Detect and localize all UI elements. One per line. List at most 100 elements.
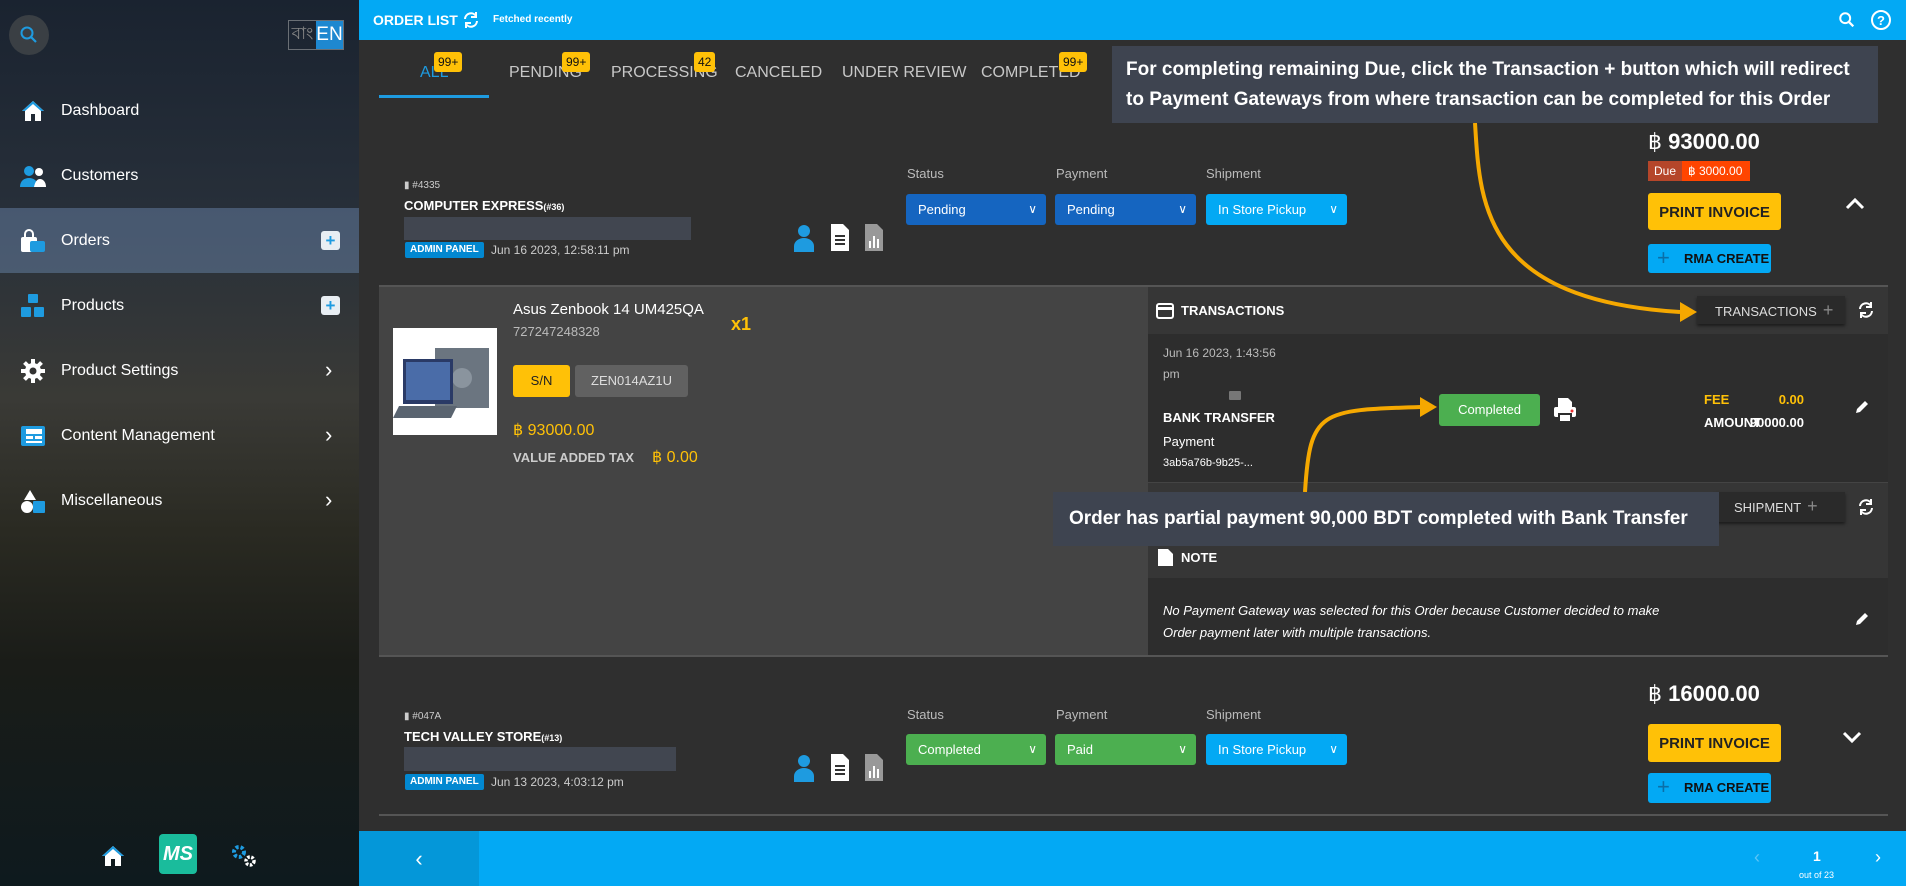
previous-page-button[interactable]: ‹ [359, 831, 479, 886]
order-total-value: 93000.00 [1668, 129, 1760, 154]
report-chart-icon[interactable] [865, 224, 883, 251]
chevron-down-icon[interactable] [1842, 731, 1862, 745]
tab-label: CANCELED [735, 64, 823, 81]
sidebar-item-content-management[interactable]: Content Management › [0, 403, 359, 468]
serial-number-value: ZEN014AZ1U [575, 365, 688, 397]
total-pages: out of 23 [1799, 870, 1835, 880]
tab-count-badge: 42 [694, 52, 716, 72]
order-id-text: #4335 [412, 180, 441, 191]
transaction-status-badge: Completed [1439, 394, 1540, 426]
add-product-button[interactable]: + [321, 296, 340, 315]
bank-icon [1229, 391, 1241, 400]
chevron-down-icon: ∨ [1028, 742, 1037, 756]
taka-sign-icon: ฿ [1648, 681, 1662, 706]
rma-create-button[interactable]: + RMA CREATE [1648, 773, 1771, 803]
chevron-down-icon: ∨ [1329, 742, 1338, 756]
price-value: 93000.00 [527, 422, 595, 439]
invoice-document-icon[interactable] [831, 224, 849, 251]
plus-icon: + [1822, 300, 1834, 320]
language-toggle[interactable]: বাং EN [288, 20, 344, 50]
select-value: In Store Pickup [1218, 202, 1307, 217]
shipment-select[interactable]: In Store Pickup ∨ [1206, 734, 1347, 765]
plus-icon: + [1657, 774, 1670, 799]
redacted-address [404, 747, 676, 771]
print-invoice-button[interactable]: PRINT INVOICE [1648, 193, 1781, 230]
plus-icon: + [1807, 496, 1818, 516]
sidebar-item-customers[interactable]: Customers [0, 143, 359, 208]
serial-number-button[interactable]: S/N [513, 365, 570, 397]
svg-text:?: ? [1877, 13, 1885, 28]
tab-under-review[interactable]: UNDER REVIEW [842, 64, 966, 82]
rma-create-button[interactable]: + RMA CREATE [1648, 244, 1771, 273]
status-select[interactable]: Pending ∨ [906, 194, 1046, 225]
product-sku: 727247248328 [513, 324, 600, 339]
source-badge: ADMIN PANEL [405, 774, 484, 790]
edit-pencil-icon[interactable] [1854, 611, 1870, 627]
sidebar-item-label: Products [61, 296, 125, 314]
lang-bangla[interactable]: বাং [289, 21, 316, 49]
product-name[interactable]: Asus Zenbook 14 UM425QA [513, 301, 704, 318]
ms-logo[interactable]: MS [159, 834, 197, 874]
sidebar-item-label: Miscellaneous [61, 491, 163, 509]
order-id-text: #047A [412, 711, 442, 722]
order-total: ฿ 16000.00 [1648, 681, 1760, 707]
divider [379, 814, 1888, 816]
payment-method: BANK TRANSFER [1163, 410, 1275, 425]
vat-value: 0.00 [666, 449, 698, 466]
payment-select[interactable]: Paid ∨ [1055, 734, 1196, 765]
sidebar-item-label: Orders [61, 231, 110, 249]
sidebar-item-product-settings[interactable]: Product Settings › [0, 338, 359, 403]
refresh-icon[interactable] [461, 10, 481, 30]
tab-canceled[interactable]: CANCELED [735, 64, 822, 82]
button-label: TRANSACTIONS [1715, 304, 1817, 319]
transaction-reference[interactable]: 3ab5a76b-9b25-... [1163, 457, 1253, 469]
search-icon[interactable] [1838, 11, 1856, 29]
select-value: Completed [918, 742, 981, 757]
order-date: Jun 13 2023, 4:03:12 pm [491, 775, 624, 789]
print-invoice-button[interactable]: PRINT INVOICE [1648, 724, 1781, 762]
next-page-arrow[interactable]: › [1875, 847, 1881, 868]
vat-label: VALUE ADDED TAX [513, 450, 635, 465]
customer-icon[interactable] [794, 754, 814, 782]
settings-gears-icon[interactable] [230, 843, 258, 869]
refresh-icon[interactable] [1856, 497, 1876, 517]
invoice-document-icon[interactable] [831, 754, 849, 781]
report-chart-icon[interactable] [865, 754, 883, 781]
customer-name[interactable]: COMPUTER EXPRESS(#36) [404, 198, 564, 213]
sidebar-item-products[interactable]: Products + [0, 273, 359, 338]
sidebar-item-orders[interactable]: Orders + [0, 208, 359, 273]
add-transaction-button[interactable]: TRANSACTIONS + [1697, 296, 1845, 324]
refresh-icon[interactable] [1856, 300, 1876, 320]
divider [379, 655, 1888, 657]
page-title: ORDER LIST [373, 12, 458, 28]
previous-page-arrow[interactable]: ‹ [1754, 847, 1760, 868]
status-select[interactable]: Completed ∨ [906, 734, 1046, 765]
add-shipment-button[interactable]: SHIPMENT + [1716, 492, 1845, 522]
fetch-status: Fetched recently [493, 14, 573, 25]
payment-select[interactable]: Pending ∨ [1055, 194, 1196, 225]
home-icon [22, 101, 44, 121]
chevron-up-icon[interactable] [1845, 196, 1865, 210]
callout-line: For completing remaining Due, click the … [1126, 59, 1850, 80]
sidebar-item-dashboard[interactable]: Dashboard [0, 78, 359, 143]
chevron-down-icon: ∨ [1329, 202, 1338, 216]
customer-icon[interactable] [794, 224, 814, 252]
order-id: ▮ #047A [404, 711, 442, 722]
sidebar-search-button[interactable] [9, 15, 49, 55]
transaction-row: Jun 16 2023, 1:43:56 pm BANK TRANSFER Pa… [1148, 334, 1888, 482]
redacted-address [404, 217, 691, 240]
customer-name[interactable]: TECH VALLEY STORE(#13) [404, 729, 562, 744]
printer-icon[interactable] [1553, 397, 1577, 423]
add-order-button[interactable]: + [321, 231, 340, 250]
pagination-bar: ‹ ‹ 1 out of 23 › [359, 831, 1906, 886]
help-icon[interactable]: ? [1870, 9, 1892, 31]
home-icon[interactable] [100, 843, 126, 869]
edit-pencil-icon[interactable] [1854, 399, 1870, 415]
shipment-select[interactable]: In Store Pickup ∨ [1206, 194, 1347, 225]
chevron-down-icon: ∨ [1178, 202, 1187, 216]
sidebar-item-miscellaneous[interactable]: Miscellaneous › [0, 468, 359, 533]
lang-english[interactable]: EN [316, 21, 343, 49]
order-id: ▮ #4335 [404, 180, 441, 191]
tab-count-badge: 99+ [1059, 52, 1088, 72]
callout-line: to Payment Gateways from where transacti… [1126, 89, 1831, 110]
